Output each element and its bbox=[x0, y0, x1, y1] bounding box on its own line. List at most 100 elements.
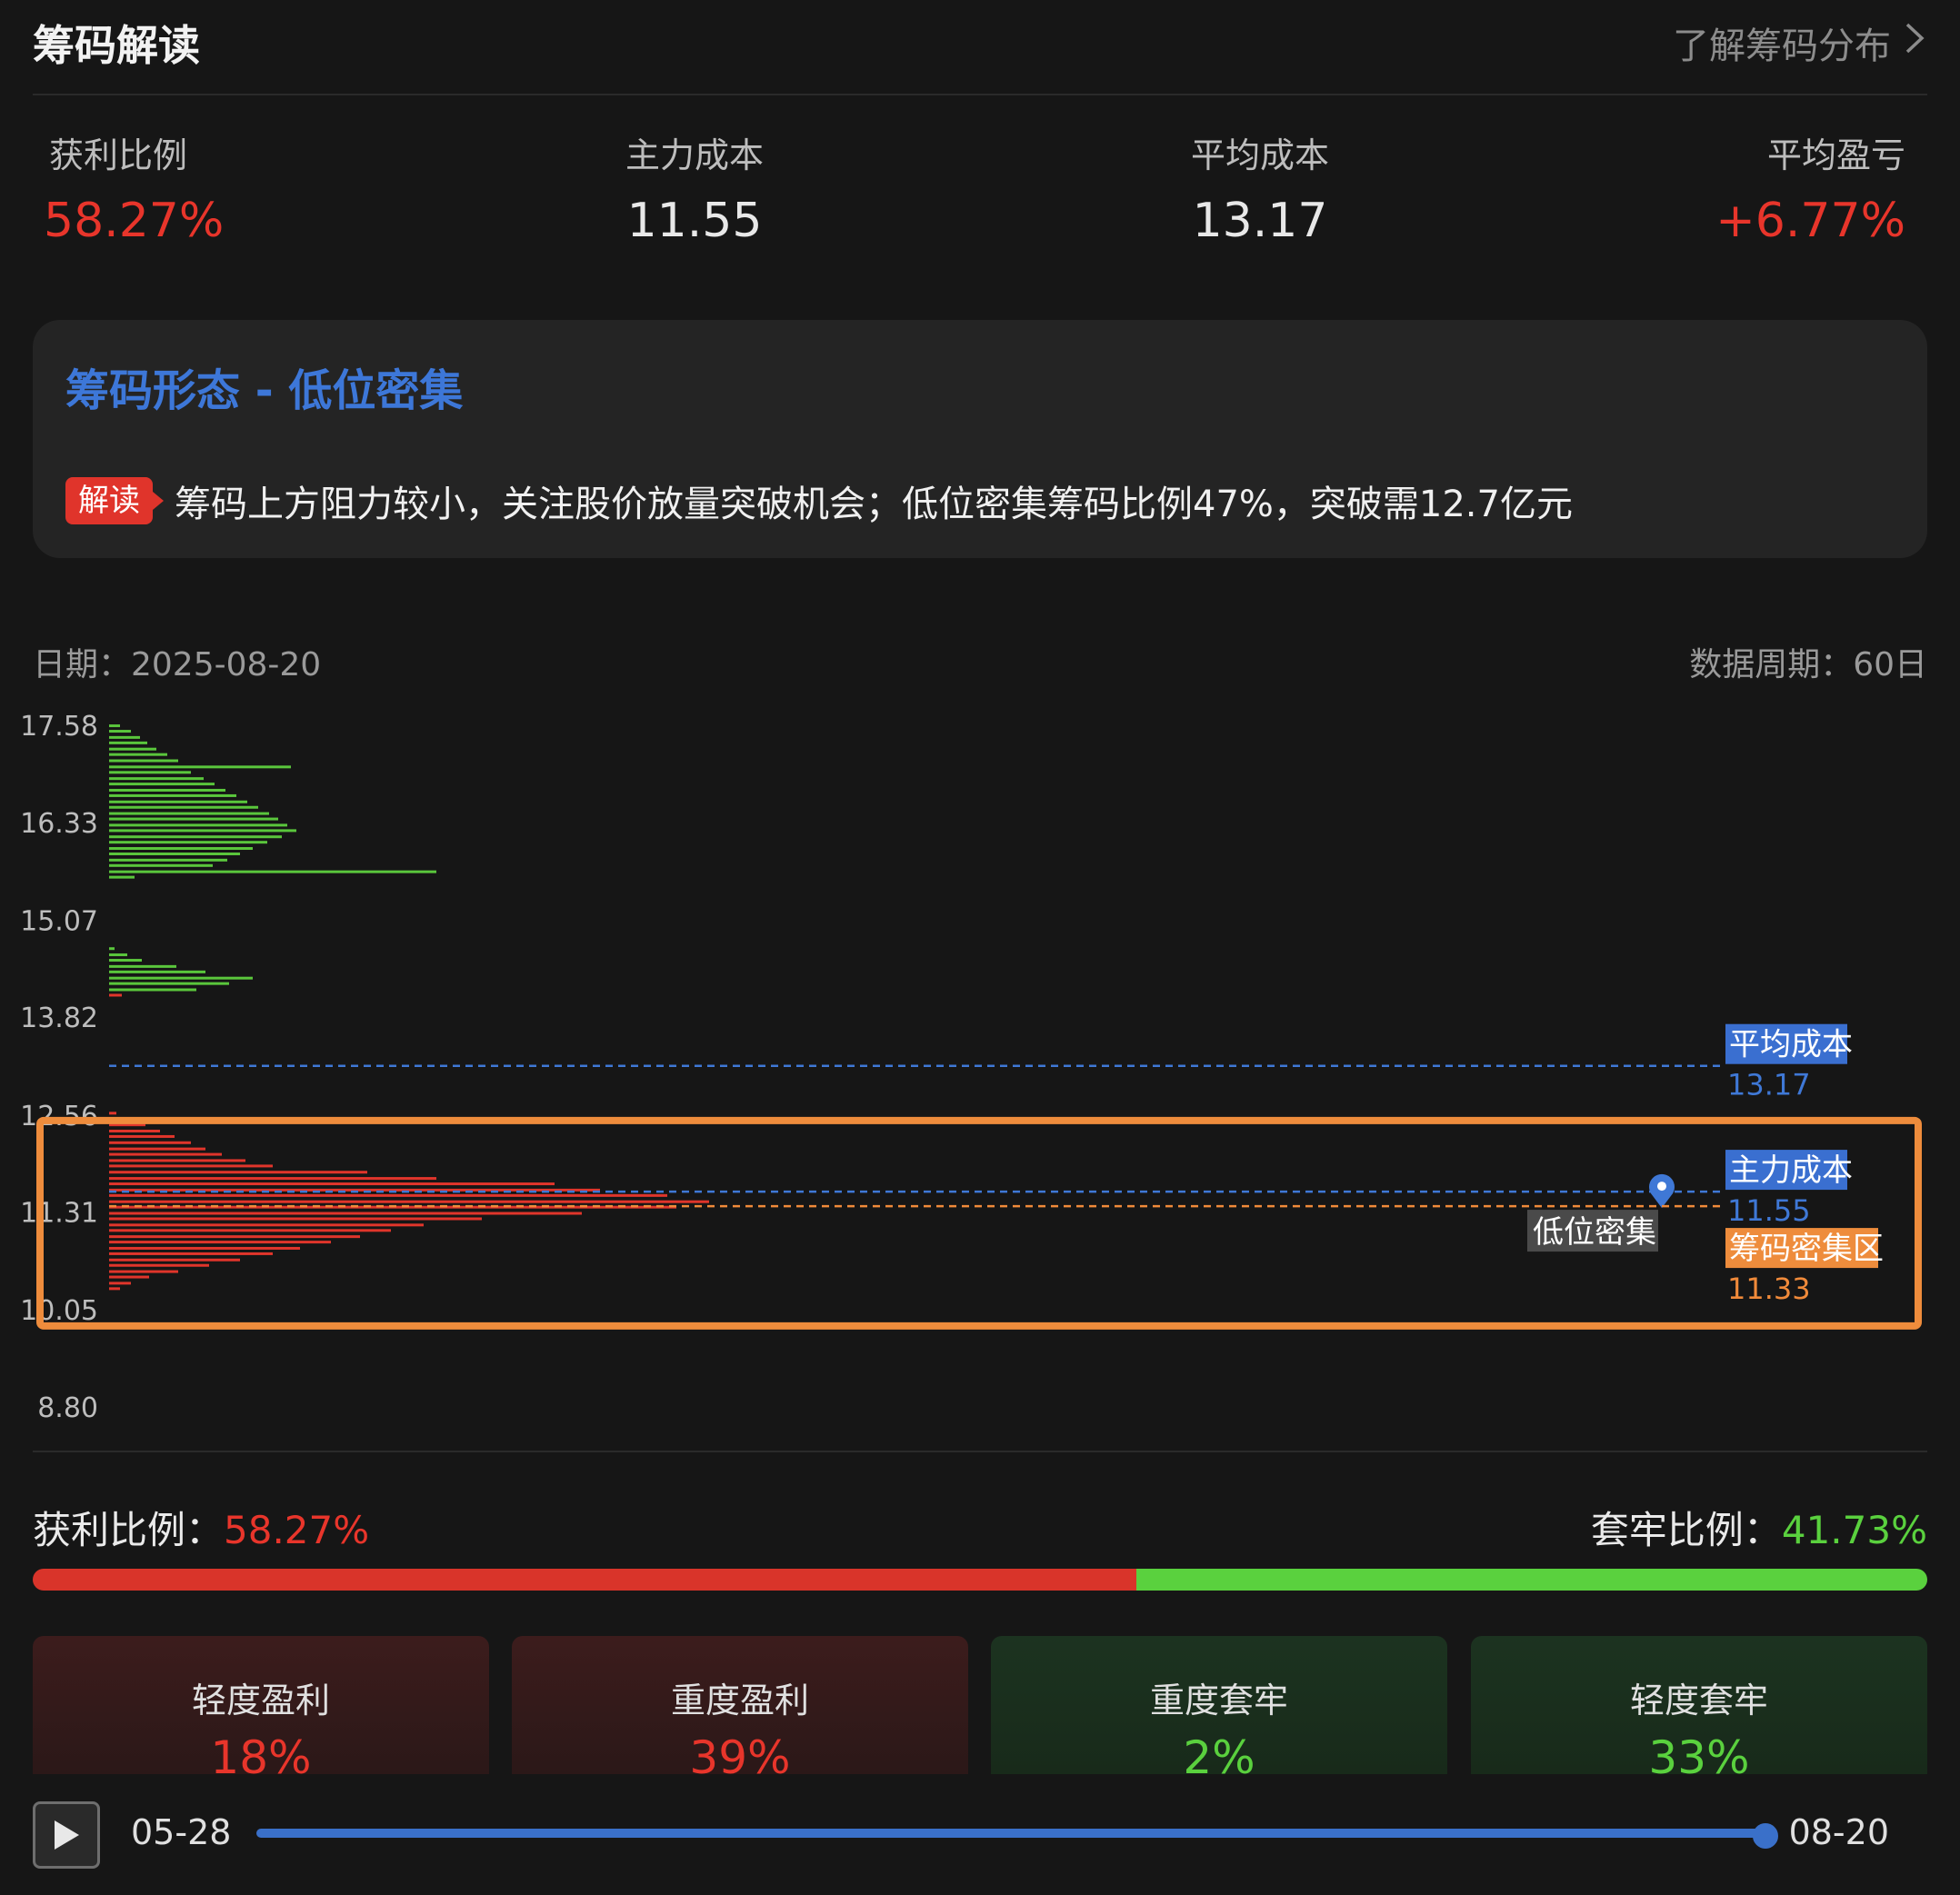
chip-bar-trapped bbox=[109, 771, 191, 774]
y-tick-label: 17.58 bbox=[20, 711, 98, 743]
chip-bar-profit bbox=[109, 1193, 667, 1197]
chip-bar-trapped bbox=[109, 741, 147, 744]
chip-bar-trapped bbox=[109, 970, 205, 973]
chip-bar-trapped bbox=[109, 735, 140, 739]
stat-label: 获利比例 bbox=[49, 135, 188, 175]
stat-value: 58.27% bbox=[44, 194, 225, 248]
interpretation-badge: 解读 bbox=[65, 477, 164, 524]
stat-profit-ratio: 获利比例 58.27% bbox=[44, 127, 322, 248]
stat-average-cost: 平均成本 13.17 bbox=[1124, 127, 1396, 248]
learn-chip-distribution-link[interactable]: 了解筹码分布 bbox=[1673, 16, 1927, 69]
card-heavy-trapped: 重度套牢 2% bbox=[991, 1636, 1447, 1784]
profit-ratio: 获利比例：58.27% bbox=[33, 1500, 369, 1555]
header-divider bbox=[33, 94, 1927, 95]
chip-bar-trapped bbox=[109, 829, 296, 833]
timeline-start-date: 05-28 bbox=[131, 1812, 232, 1852]
timeline-handle[interactable] bbox=[1753, 1823, 1778, 1849]
chip-bar-trapped bbox=[109, 817, 278, 821]
chip-bar-profit bbox=[109, 1147, 205, 1151]
play-button[interactable] bbox=[33, 1801, 100, 1869]
chip-bar-profit bbox=[109, 1235, 360, 1239]
average-cost-value: 13.17 bbox=[1727, 1068, 1811, 1102]
chip-bar-trapped bbox=[109, 853, 240, 856]
chip-bar-profit bbox=[109, 1141, 191, 1144]
page-title: 筹码解读 bbox=[33, 21, 200, 70]
chip-bar-profit bbox=[109, 1252, 273, 1255]
chip-bar-profit bbox=[109, 1241, 331, 1244]
dense-zone-label: 筹码密集区 bbox=[1729, 1231, 1884, 1267]
chip-bar-trapped bbox=[109, 747, 156, 751]
stat-value: 11.55 bbox=[626, 194, 763, 248]
dense-zone-value: 11.33 bbox=[1727, 1272, 1811, 1306]
chip-bar-profit bbox=[109, 1263, 209, 1267]
card-label: 重度盈利 bbox=[670, 1681, 809, 1720]
y-tick-label: 12.56 bbox=[20, 1101, 98, 1132]
stat-main-cost: 主力成本 11.55 bbox=[558, 127, 831, 248]
stat-value: 13.17 bbox=[1192, 194, 1328, 248]
chip-bar-trapped bbox=[109, 988, 196, 992]
chip-bar-profit bbox=[109, 1217, 482, 1221]
profit-loss-ratio-bar bbox=[33, 1569, 1927, 1591]
chip-bar-trapped bbox=[109, 982, 229, 985]
loss-ratio: 套牢比例：41.73% bbox=[1591, 1500, 1927, 1555]
chip-bar-profit bbox=[109, 1212, 582, 1215]
card-label: 轻度套牢 bbox=[1629, 1681, 1768, 1720]
stat-average-pnl: 平均盈亏 +6.77% bbox=[1633, 127, 1905, 248]
chip-bar-profit bbox=[109, 1282, 131, 1285]
learn-link-label: 了解筹码分布 bbox=[1673, 25, 1891, 67]
stat-label: 主力成本 bbox=[625, 135, 764, 175]
card-label: 轻度盈利 bbox=[191, 1681, 330, 1720]
y-tick-label: 16.33 bbox=[20, 808, 98, 840]
chip-bar-profit bbox=[109, 1159, 245, 1162]
timeline-track[interactable] bbox=[256, 1829, 1765, 1838]
chip-bar-trapped bbox=[109, 976, 253, 980]
stat-label: 平均盈亏 bbox=[1766, 135, 1905, 175]
chip-bar-trapped bbox=[109, 847, 253, 851]
chart-divider bbox=[33, 1451, 1927, 1452]
chip-bar-profit bbox=[109, 1182, 555, 1186]
chip-bar-trapped bbox=[109, 788, 225, 792]
profit-segment bbox=[33, 1569, 1137, 1591]
chip-bar-profit bbox=[109, 1112, 116, 1115]
profit-ratio-value: 58.27% bbox=[224, 1508, 370, 1552]
chip-bar-profit bbox=[109, 1129, 160, 1132]
chip-bar-profit bbox=[109, 1177, 436, 1181]
y-tick-label: 13.82 bbox=[20, 1002, 98, 1034]
loss-segment bbox=[1136, 1569, 1927, 1591]
chip-bar-trapped bbox=[109, 793, 236, 797]
chevron-right-icon bbox=[1900, 21, 1927, 65]
chip-bar-profit bbox=[109, 1223, 424, 1227]
card-heavy-profit: 重度盈利 39% bbox=[512, 1636, 968, 1784]
chip-bar-profit bbox=[109, 1134, 175, 1138]
pin-dot bbox=[1657, 1182, 1666, 1192]
chip-bar-profit bbox=[109, 1287, 120, 1291]
card-label: 重度套牢 bbox=[1149, 1681, 1288, 1720]
pattern-interpretation: 解读 筹码上方阻力较小，关注股价放量突破机会；低位密集筹码比例47%，突破需12… bbox=[65, 474, 1573, 527]
play-icon bbox=[55, 1820, 79, 1850]
chip-bar-trapped bbox=[109, 765, 291, 769]
chip-bar-trapped bbox=[109, 823, 287, 827]
chip-bar-trapped bbox=[109, 875, 135, 879]
chip-bar-profit bbox=[109, 1229, 391, 1232]
loss-ratio-label: 套牢比例： bbox=[1590, 1508, 1782, 1552]
profit-ratio-label: 获利比例： bbox=[33, 1508, 225, 1552]
card-light-trapped: 轻度套牢 33% bbox=[1471, 1636, 1927, 1784]
pattern-title: 筹码形态 - 低位密集 bbox=[65, 365, 464, 416]
y-tick-label: 11.31 bbox=[20, 1198, 98, 1230]
chip-bar-trapped bbox=[109, 724, 120, 728]
chart-date: 日期：2025-08-20 bbox=[33, 646, 322, 683]
chip-bar-trapped bbox=[109, 800, 247, 803]
chip-bar-trapped bbox=[109, 759, 178, 763]
card-light-profit: 轻度盈利 18% bbox=[33, 1636, 489, 1784]
chip-bar-trapped bbox=[109, 863, 213, 867]
y-tick-label: 8.80 bbox=[37, 1392, 98, 1424]
average-cost-label: 平均成本 bbox=[1729, 1027, 1853, 1063]
zone-label: 低位密集 bbox=[1533, 1214, 1656, 1251]
chip-distribution-chart[interactable]: 17.5816.3315.0713.8212.5611.3110.058.80平… bbox=[0, 691, 1960, 1436]
chip-bar-profit bbox=[109, 1258, 240, 1262]
chip-bar-trapped bbox=[109, 841, 267, 844]
chip-bar-trapped bbox=[109, 777, 204, 781]
chip-bar-trapped bbox=[109, 959, 142, 962]
chip-bar-profit bbox=[109, 1171, 367, 1174]
y-tick-label: 15.07 bbox=[20, 905, 98, 937]
